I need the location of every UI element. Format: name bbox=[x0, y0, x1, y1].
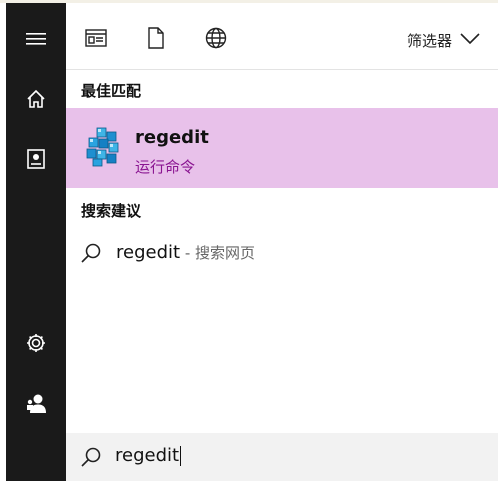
search-input-value: regedit bbox=[115, 445, 180, 466]
filter-dropdown[interactable]: 筛选器 bbox=[407, 25, 480, 55]
text-caret bbox=[180, 446, 182, 466]
search-suggestions-heading: 搜索建议 bbox=[81, 202, 142, 220]
documents-filter-icon[interactable] bbox=[141, 23, 171, 53]
hamburger-menu-icon[interactable] bbox=[6, 19, 66, 59]
filter-label: 筛选器 bbox=[406, 31, 452, 50]
suggestion-hint: 搜索网页 bbox=[195, 244, 256, 262]
best-match-heading: 最佳匹配 bbox=[81, 82, 142, 100]
home-icon[interactable] bbox=[6, 79, 66, 119]
best-match-subtitle: 运行命令 bbox=[135, 158, 196, 176]
start-sidebar bbox=[6, 3, 66, 481]
chevron-down-icon bbox=[460, 31, 480, 49]
best-match-title: regedit bbox=[135, 127, 209, 148]
search-input[interactable]: regedit bbox=[115, 445, 182, 466]
apps-filter-icon[interactable] bbox=[81, 23, 111, 53]
document-library-icon[interactable] bbox=[6, 139, 66, 179]
search-suggestion-item[interactable]: regedit - 搜索网页 bbox=[66, 236, 498, 272]
registry-editor-icon bbox=[83, 126, 123, 172]
search-icon bbox=[80, 242, 102, 268]
search-icon bbox=[80, 446, 102, 472]
web-filter-icon[interactable] bbox=[201, 23, 231, 53]
suggestion-separator: - bbox=[180, 244, 196, 262]
toolbar-divider bbox=[66, 69, 498, 70]
user-account-icon[interactable] bbox=[6, 383, 66, 423]
search-results-panel: 筛选器 最佳匹配 regedit 运行命令 搜索建议 regedit - 搜索网… bbox=[66, 3, 498, 481]
search-box[interactable]: regedit bbox=[66, 433, 498, 481]
best-match-item[interactable]: regedit 运行命令 bbox=[66, 108, 498, 188]
suggestion-query: regedit bbox=[116, 242, 181, 263]
settings-gear-icon[interactable] bbox=[6, 323, 66, 363]
